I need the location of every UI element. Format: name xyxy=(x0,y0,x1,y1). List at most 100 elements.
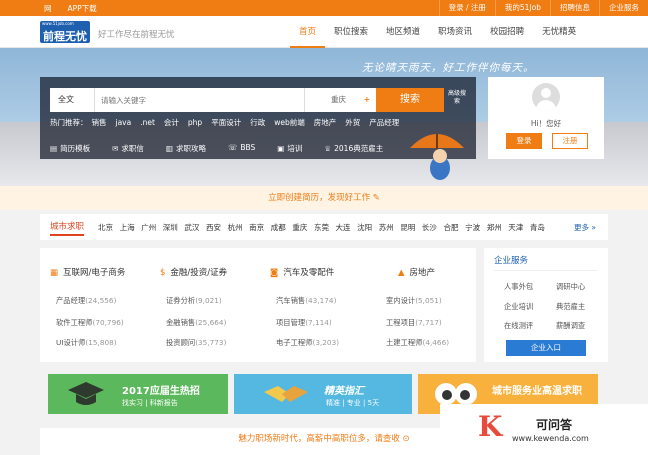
city-link[interactable]: 青岛 xyxy=(530,222,545,233)
enterprise-entry-button[interactable]: 企业入口 xyxy=(506,340,586,356)
city-link[interactable]: 西安 xyxy=(206,222,221,233)
tool-training[interactable]: ▣ 培训 xyxy=(277,143,302,154)
city-link[interactable]: 南京 xyxy=(249,222,264,233)
banner-graduates[interactable]: 2017应届生热招 找实习 | 科新报告 xyxy=(48,374,228,414)
more-cities-link[interactable]: 更多 » xyxy=(574,222,596,233)
job-link[interactable]: 项目管理(7,114) xyxy=(276,318,332,328)
recruit-info-link[interactable]: 招聘信息 xyxy=(550,0,599,16)
job-link[interactable]: 金融销售(25,664) xyxy=(166,318,226,328)
job-name: 室内设计 xyxy=(386,296,416,305)
add-city-icon[interactable]: + xyxy=(364,88,370,112)
search-input[interactable] xyxy=(94,88,304,112)
city-link[interactable]: 苏州 xyxy=(379,222,394,233)
tool-label: 求职攻略 xyxy=(175,144,206,153)
tool-cover-letter[interactable]: ✉ 求职信 xyxy=(112,143,144,154)
login-register-link[interactable]: 登录 / 注册 xyxy=(438,0,495,16)
register-button[interactable]: 注册 xyxy=(552,133,588,149)
category-title[interactable]: ◙ 汽车及零配件 xyxy=(270,266,334,278)
hot-keyword[interactable]: web前端 xyxy=(274,118,305,127)
advanced-search-link[interactable]: 高级搜索 xyxy=(446,90,468,106)
hot-keyword[interactable]: php xyxy=(188,118,202,127)
hot-keyword[interactable]: .net xyxy=(140,118,155,127)
tool-job-guide[interactable]: ▥ 求职攻略 xyxy=(166,143,206,154)
tool-bbs[interactable]: ☏ BBS xyxy=(228,143,255,154)
hot-keyword[interactable]: java xyxy=(116,118,132,127)
city-link[interactable]: 重庆 xyxy=(292,222,307,233)
city-link[interactable]: 郑州 xyxy=(487,222,502,233)
job-count: (9,021) xyxy=(195,296,222,305)
logo[interactable]: www.51job.com 前程无忧 xyxy=(40,21,90,43)
job-link[interactable]: 土建工程师(4,466) xyxy=(386,338,449,348)
job-categories: ▦ 互联网/电子商务 产品经理(24,556) 软件工程师(70,796) UI设… xyxy=(40,248,476,362)
service-link[interactable]: 调研中心 xyxy=(556,282,585,292)
city-link[interactable]: 宁波 xyxy=(465,222,480,233)
job-link[interactable]: 汽车销售(43,174) xyxy=(276,296,336,306)
app-download-link[interactable]: APP下载 xyxy=(68,4,97,13)
service-link[interactable]: 企业培训 xyxy=(504,302,533,312)
nav-job-search[interactable]: 职位搜索 xyxy=(325,16,377,48)
top-bar: 网 APP下载 登录 / 注册 我的51Job 招聘信息 企业服务 xyxy=(0,0,648,16)
nav-campus[interactable]: 校园招聘 xyxy=(481,16,533,48)
city-link[interactable]: 武汉 xyxy=(184,222,199,233)
tool-links: ▤ 简历模板 ✉ 求职信 ▥ 求职攻略 ☏ BBS ▣ 培训 ♕ 2016典范雇主 xyxy=(50,143,405,154)
city-link[interactable]: 北京 xyxy=(98,222,113,233)
my-51job-link[interactable]: 我的51Job xyxy=(494,0,550,16)
hot-keyword[interactable]: 平面设计 xyxy=(211,118,241,127)
city-link[interactable]: 沈阳 xyxy=(357,222,372,233)
category-title[interactable]: $ 金融/投资/证券 xyxy=(160,266,227,278)
hot-keyword[interactable]: 会计 xyxy=(164,118,179,127)
money-icon: $ xyxy=(160,268,166,278)
service-link[interactable]: 典范雇主 xyxy=(556,302,585,312)
service-link[interactable]: 在线测评 xyxy=(504,321,533,331)
tool-employer-2016[interactable]: ♕ 2016典范雇主 xyxy=(324,143,383,154)
city-link[interactable]: 深圳 xyxy=(163,222,178,233)
city-link[interactable]: 东莞 xyxy=(314,222,329,233)
hot-keyword[interactable]: 行政 xyxy=(250,118,265,127)
city-select[interactable]: 重庆 + xyxy=(304,88,376,112)
nav-career-news[interactable]: 职场资讯 xyxy=(429,16,481,48)
job-link[interactable]: 证券分析(9,021) xyxy=(166,296,222,306)
category-title[interactable]: ▲ 房地产 xyxy=(398,266,435,278)
hot-keyword[interactable]: 产品经理 xyxy=(369,118,399,127)
job-name: 产品经理 xyxy=(56,296,86,305)
service-link[interactable]: 薪酬调查 xyxy=(556,321,585,331)
city-link[interactable]: 广州 xyxy=(141,222,156,233)
category-title[interactable]: ▦ 互联网/电子商务 xyxy=(50,266,125,278)
hot-keyword[interactable]: 外贸 xyxy=(345,118,360,127)
building-icon: ▲ xyxy=(398,268,405,278)
city-link[interactable]: 昆明 xyxy=(400,222,415,233)
city-link[interactable]: 大连 xyxy=(336,222,351,233)
job-link[interactable]: 投资顾问(35,773) xyxy=(166,338,226,348)
city-link[interactable]: 天津 xyxy=(508,222,523,233)
nav-home[interactable]: 首页 xyxy=(290,16,326,48)
job-link[interactable]: 电子工程师(3,203) xyxy=(276,338,339,348)
job-link[interactable]: 产品经理(24,556) xyxy=(56,296,116,306)
job-link[interactable]: UI设计师(15,808) xyxy=(56,338,117,348)
search-button[interactable]: 搜索 xyxy=(376,88,444,112)
trophy-icon: ♕ xyxy=(324,144,332,153)
job-link[interactable]: 室内设计(5,051) xyxy=(386,296,442,306)
hot-keyword[interactable]: 销售 xyxy=(92,118,107,127)
banner-elite[interactable]: 精英指汇 精准 | 专业 | 5天 xyxy=(234,374,412,414)
city-link[interactable]: 合肥 xyxy=(444,222,459,233)
job-link[interactable]: 软件工程师(70,796) xyxy=(56,318,124,328)
nav-elite[interactable]: 无忧精英 xyxy=(533,16,585,48)
login-button[interactable]: 登录 xyxy=(506,133,542,149)
city-link[interactable]: 成都 xyxy=(271,222,286,233)
create-resume-bar[interactable]: 立即创建简历，发现好工作 ✎ xyxy=(0,186,648,210)
city-link[interactable]: 长沙 xyxy=(422,222,437,233)
search-type-select[interactable]: 全文 xyxy=(50,88,94,112)
service-link[interactable]: 人事外包 xyxy=(504,282,533,292)
job-link[interactable]: 工程项目(7,717) xyxy=(386,318,442,328)
nav-region[interactable]: 地区频道 xyxy=(377,16,429,48)
tool-resume-template[interactable]: ▤ 简历模板 xyxy=(50,143,90,154)
city-jobs-bar: 城市求职 北京 上海 广州 深圳 武汉 西安 杭州 南京 成都 重庆 东莞 大连 沈阳 苏州 昆明 长沙 合肥宁… xyxy=(40,214,608,240)
banner-title: 城市服务业高温求职 xyxy=(492,386,582,397)
city-jobs-title: 城市求职 xyxy=(50,218,85,236)
mail-icon: ✉ xyxy=(112,144,119,153)
city-link[interactable]: 杭州 xyxy=(228,222,243,233)
city-link[interactable]: 上海 xyxy=(120,222,135,233)
site-map-link[interactable]: 网 xyxy=(44,4,52,13)
hot-keyword[interactable]: 房地产 xyxy=(314,118,337,127)
enterprise-service-link[interactable]: 企业服务 xyxy=(599,0,648,16)
